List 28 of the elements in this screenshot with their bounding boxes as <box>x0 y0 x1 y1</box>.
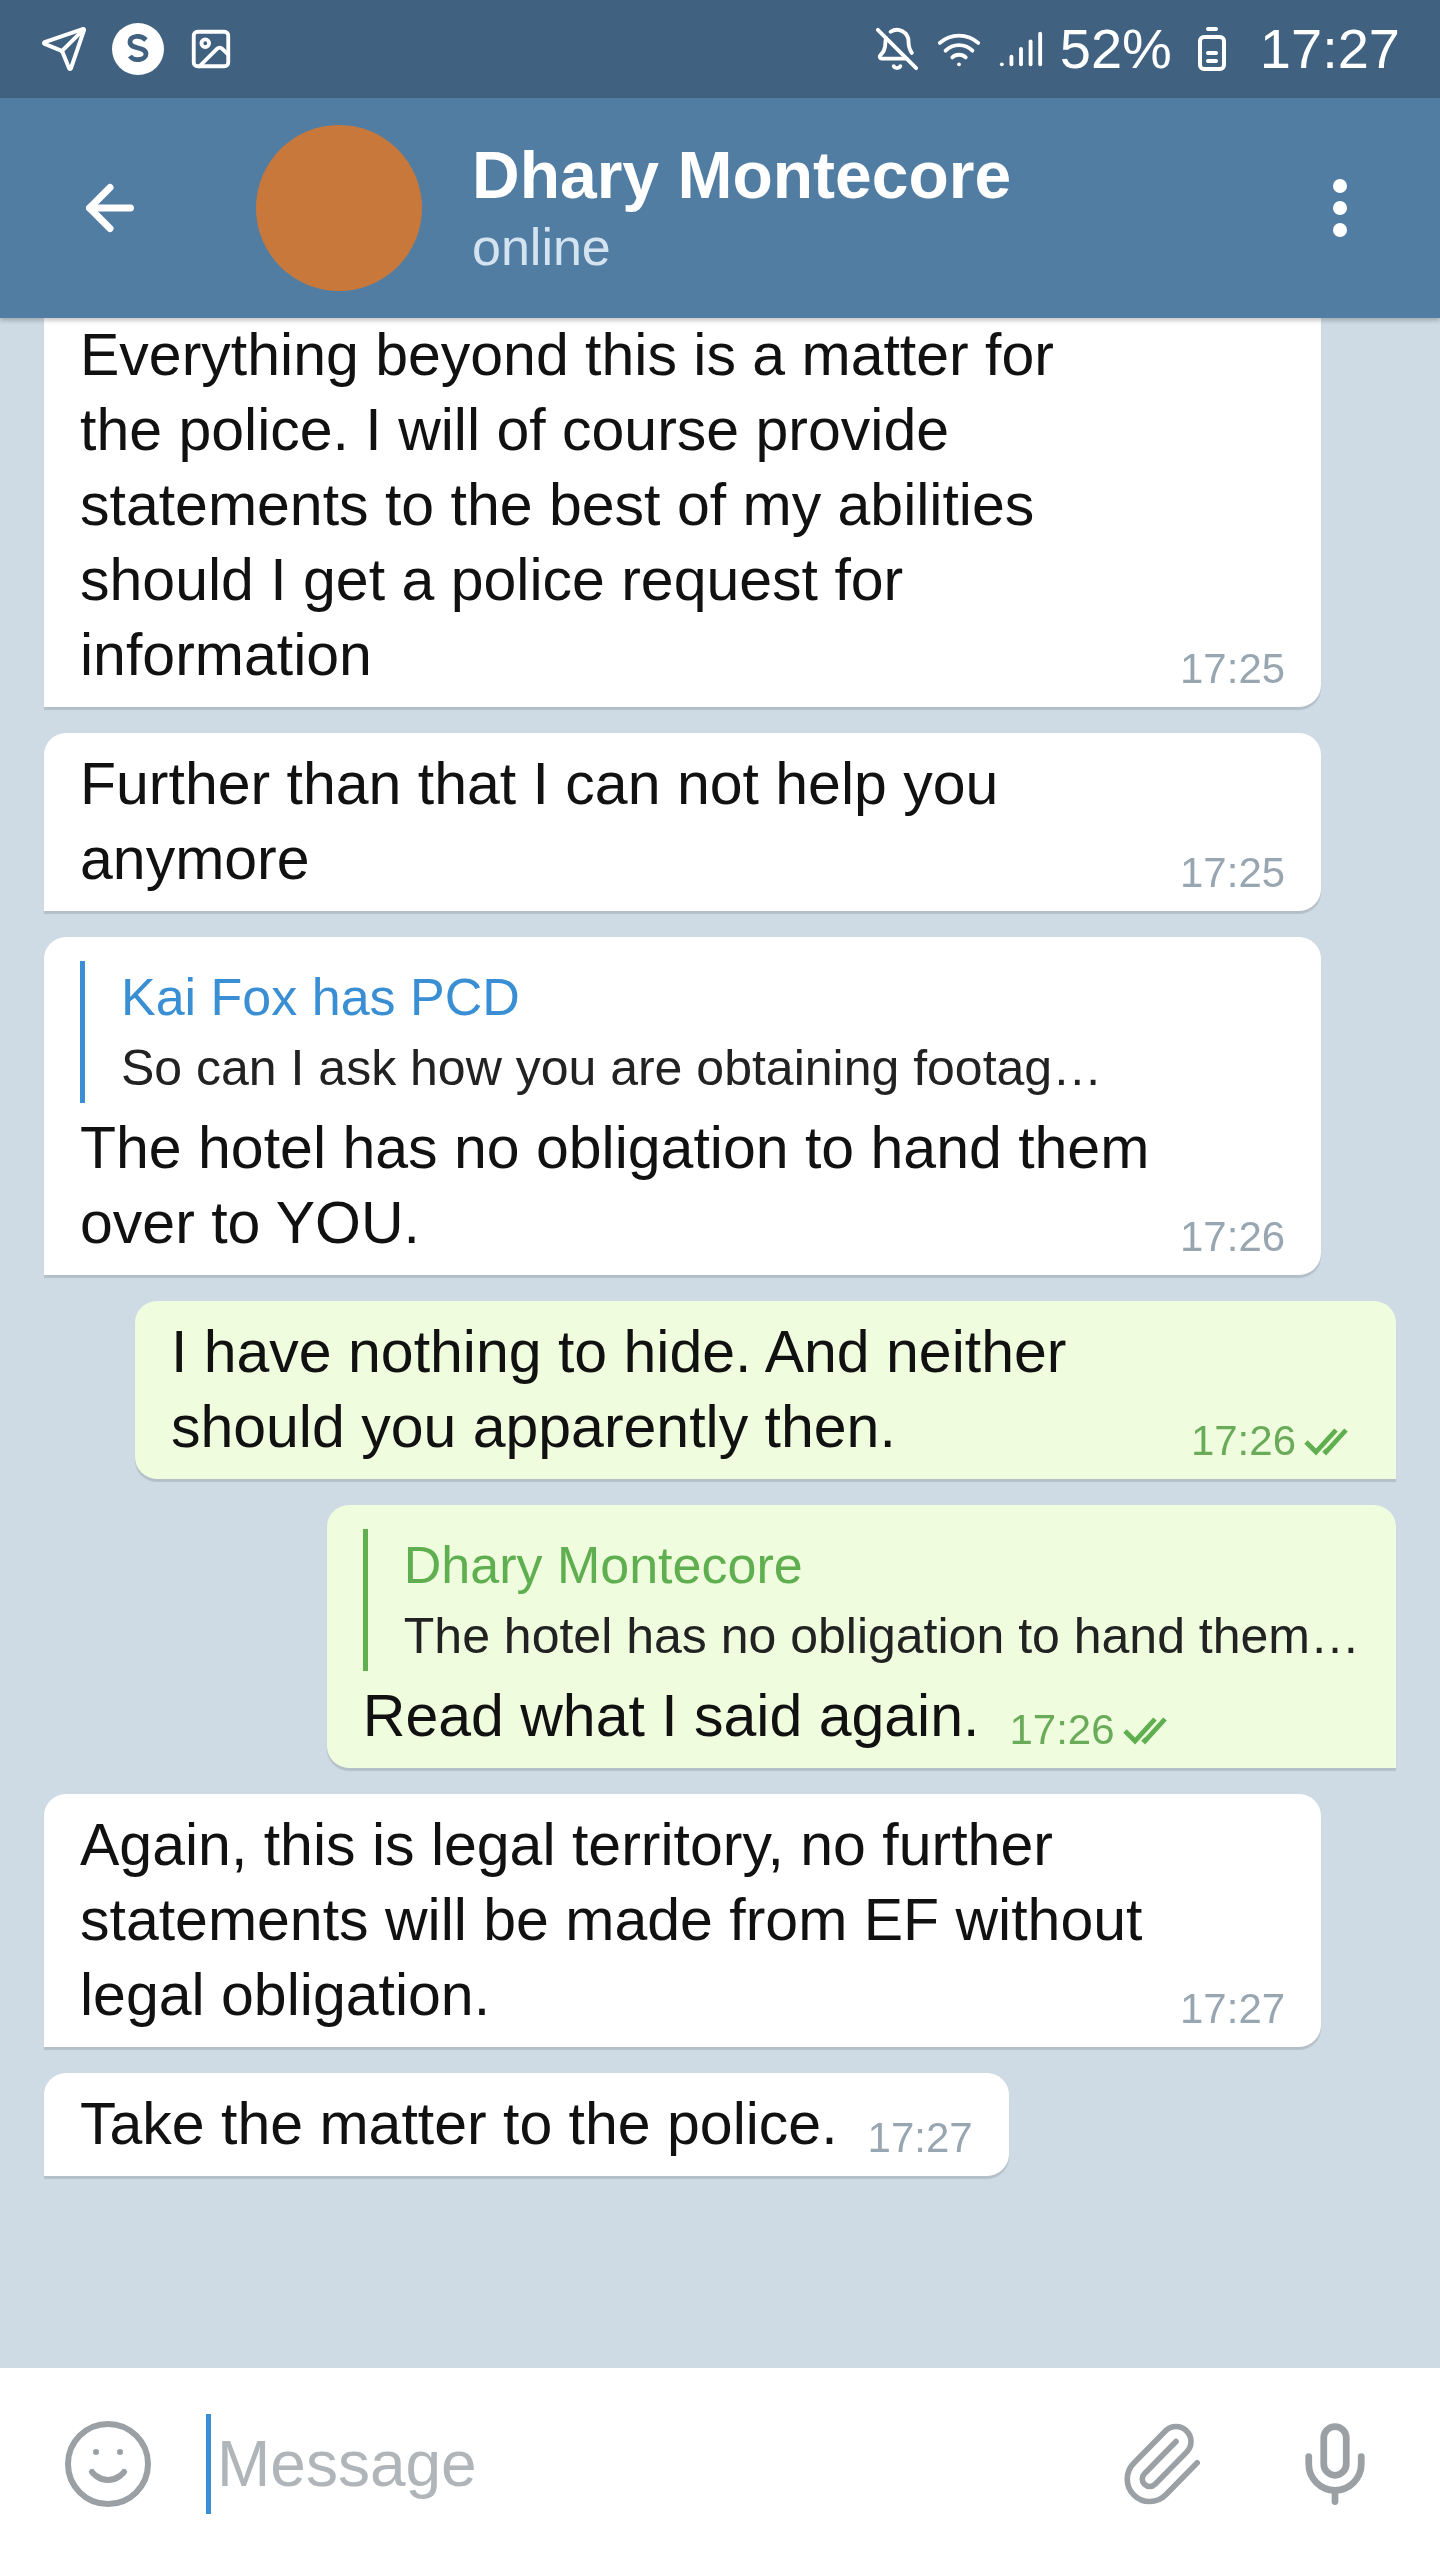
message-text: Take the matter to the police. <box>80 2090 838 2159</box>
reply-author: Kai Fox has PCD <box>121 967 521 1028</box>
message-time: 17:26 <box>1009 1705 1115 1755</box>
message-time: 17:27 <box>1180 1984 1286 2034</box>
message-time: 17:26 <box>1190 1416 1296 1466</box>
message-text: I have nothing to hide. And neither should you apparently then. <box>170 1318 1068 1462</box>
reply-text: The hotel has no obligation to hand them… <box>403 1607 1360 1666</box>
message-input[interactable]: Message <box>217 2416 1116 2512</box>
message-time: 17:26 <box>1180 1212 1286 1262</box>
contact-name: Dhary Montecore <box>472 137 1013 214</box>
reply-text: So can I ask how you are obtaining footag… <box>121 1039 1104 1098</box>
reply-quote[interactable]: Kai Fox has PCD So can I ask how you are obtaining footag… <box>80 961 1286 1103</box>
clock: 17:27 <box>1259 16 1400 82</box>
battery-percent: 52% <box>1059 16 1172 82</box>
message-text: Everything beyond this is a matter for the police. I will of course provide statements to the best of my abilities should I get a police request for information <box>80 321 1055 690</box>
reply-quote[interactable]: Dhary Montecore The hotel has no obligation to hand them… <box>362 1529 1360 1671</box>
message-time: 17:27 <box>867 2113 973 2163</box>
more-icon <box>1332 178 1348 238</box>
message-text: The hotel has no obligation to hand them over to YOU. <box>80 1114 1150 1258</box>
composer-bar[interactable]: Message <box>0 2368 1440 2560</box>
message-text: Read what I said again. <box>362 1682 980 1751</box>
message-text: Again, this is legal territory, no further statements will be made from EF without legal obligation. <box>80 1811 1144 2030</box>
mute-icon <box>873 26 920 72</box>
contact-status: online <box>472 217 612 278</box>
message-time: 17:25 <box>1180 848 1286 898</box>
reply-author: Dhary Montecore <box>403 1535 804 1596</box>
message-text: Further than that I can not help you anymore <box>80 750 1000 894</box>
message-time: 17:25 <box>1180 644 1286 694</box>
